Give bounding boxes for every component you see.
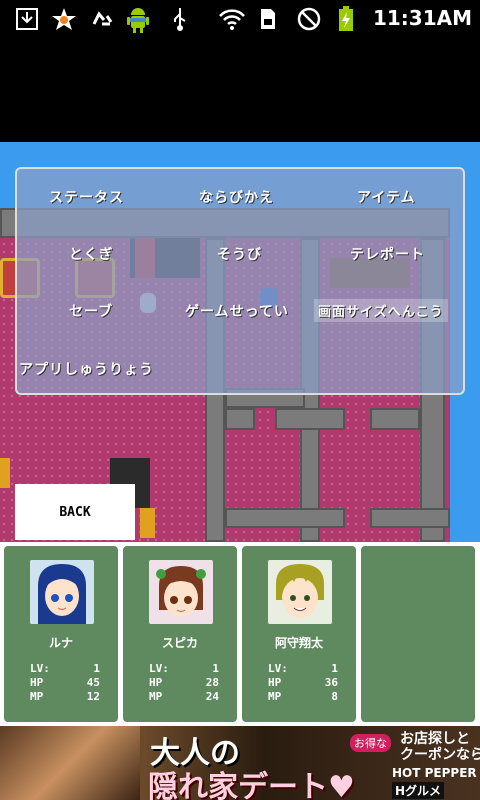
stat-lv: LV: 1 — [149, 662, 219, 675]
game-view[interactable]: ステータス ならびかえ アイテム とくぎ そうび テレポート セーブ ゲームせっ… — [0, 142, 480, 542]
notification-star-icon — [50, 6, 78, 32]
character-name: スピカ — [161, 636, 198, 650]
portrait-luna — [30, 560, 94, 624]
map-wall — [225, 508, 345, 528]
party-card-empty[interactable] — [359, 544, 477, 724]
party-card-luna[interactable]: ルナ LV: 1 HP 45 MP 12 — [2, 544, 120, 724]
map-wall — [370, 408, 420, 430]
menu-save[interactable]: セーブ — [69, 301, 113, 321]
stat-mp: MP 12 — [30, 690, 100, 703]
map-wall — [225, 408, 255, 430]
stat-hp: HP 28 — [149, 676, 219, 689]
character-name: 阿守翔太 — [274, 636, 323, 650]
stat-lv: LV: 1 — [268, 662, 338, 675]
ad-photo — [0, 726, 140, 800]
menu-game-settings[interactable]: ゲームせってい — [185, 301, 289, 321]
map-wall — [370, 508, 450, 528]
character-name: ルナ — [48, 636, 73, 650]
stat-hp: HP 45 — [30, 676, 100, 689]
portrait-spica — [149, 560, 213, 624]
menu-teleport[interactable]: テレポート — [350, 244, 425, 264]
ad-banner[interactable]: 大人の 隠れ家デート♥ お得な お店探しと クーポンなら HOT PEPPER H… — [0, 726, 480, 800]
ad-pill: お得な — [350, 734, 391, 752]
usb-icon — [170, 6, 190, 32]
stat-hp: HP 36 — [268, 676, 338, 689]
back-button[interactable]: BACK — [15, 484, 135, 540]
ad-subline: 隠れ家デート♥ — [148, 770, 355, 800]
android-icon — [122, 6, 154, 33]
menu-screen-size[interactable]: 画面サイズへんこう — [314, 299, 448, 322]
status-bar: 11:31AM — [0, 0, 480, 38]
stat-mp: MP 24 — [149, 690, 219, 703]
wifi-icon — [218, 6, 246, 32]
menu-item[interactable]: アイテム — [357, 187, 416, 207]
torch-sprite — [0, 458, 10, 488]
ad-brand-logo: Hグルメ — [392, 782, 445, 799]
menu-reorder[interactable]: ならびかえ — [199, 187, 274, 207]
battery-charging-icon — [336, 6, 356, 32]
menu-skills[interactable]: とくぎ — [69, 244, 114, 264]
no-sound-icon — [296, 6, 322, 32]
recycle-icon — [88, 6, 116, 32]
ad-brand: HOT PEPPER — [392, 766, 477, 780]
stat-lv: LV: 1 — [30, 662, 100, 675]
menu-quit-app[interactable]: アプリしゅうりょう — [19, 359, 154, 379]
map-wall — [275, 408, 345, 430]
menu-status[interactable]: ステータス — [49, 187, 124, 207]
party-card-shota[interactable]: 阿守翔太 LV: 1 HP 36 MP 8 — [240, 544, 358, 724]
ad-coupon-text: お店探しと クーポンなら — [400, 731, 480, 763]
party-panel: ルナ LV: 1 HP 45 MP 12 スピカ LV: 1 HP 28 MP 24 阿守翔… — [0, 542, 480, 726]
torch-sprite — [140, 508, 155, 538]
clock: 11:31AM — [372, 6, 472, 30]
command-menu: ステータス ならびかえ アイテム とくぎ そうび テレポート セーブ ゲームせっ… — [15, 167, 465, 395]
menu-equip[interactable]: そうび — [217, 244, 262, 264]
party-card-spica[interactable]: スピカ LV: 1 HP 28 MP 24 — [121, 544, 239, 724]
portrait-shota — [268, 560, 332, 624]
download-icon — [14, 6, 40, 32]
black-band — [0, 38, 480, 142]
stat-mp: MP 8 — [268, 690, 338, 703]
sdcard-icon — [258, 6, 278, 32]
